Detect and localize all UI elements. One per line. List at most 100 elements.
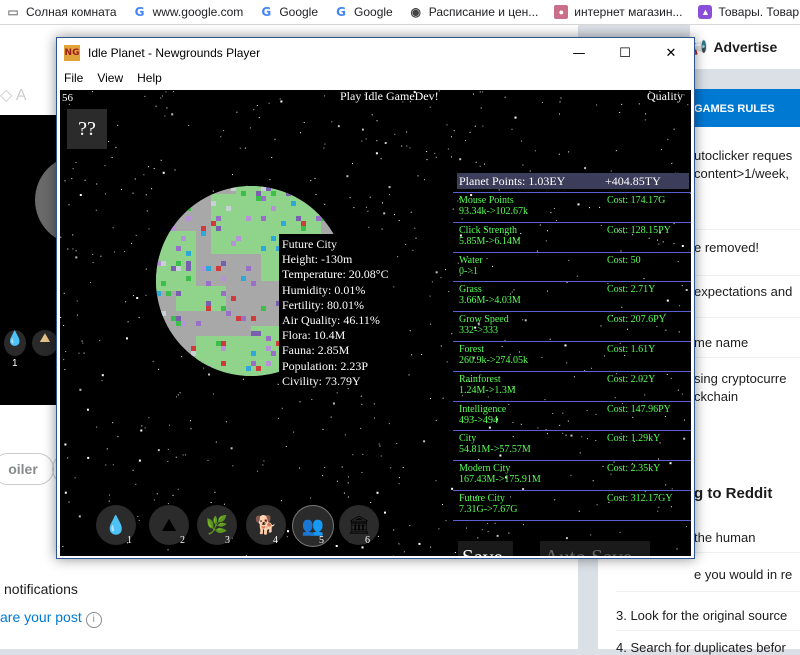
points-rate: +404.85TY	[605, 174, 661, 189]
auto-save-button[interactable]: Auto Save	[540, 541, 650, 556]
bookmark-item[interactable]: GGoogle	[328, 5, 403, 19]
upgrade-value: 93.34k->102.67k	[459, 206, 528, 217]
divider	[616, 591, 800, 592]
tool-button-3[interactable]: 🌿	[197, 505, 237, 545]
menu-file[interactable]: File	[57, 71, 90, 85]
newgrounds-logo-icon: NG	[64, 45, 80, 61]
guide-item: 3. Look for the original source	[616, 608, 787, 623]
tool-number: 5	[319, 535, 324, 546]
game-window: NG Idle Planet - Newgrounds Player — ☐ ✕…	[56, 37, 695, 559]
upgrade-value: 493->494	[459, 415, 498, 426]
google-g-icon: G	[133, 5, 147, 19]
info-line: Fertility: 80.01%	[282, 298, 390, 313]
info-line: Flora: 10.4M	[282, 328, 390, 343]
tool-button-6[interactable]: 🏛	[339, 505, 379, 545]
upgrade-row[interactable]: Modern City167.43M->175.91MCost: 2.35kY	[453, 460, 691, 483]
bookmark-item[interactable]: ◉Расписание и цен...	[403, 5, 549, 19]
quality-button[interactable]: Quality	[647, 90, 683, 104]
tool-button-4[interactable]: 🐕	[246, 505, 286, 545]
tool-number: 1	[127, 535, 132, 546]
upgrade-name: Water	[459, 255, 483, 266]
upgrade-name: Forest	[459, 344, 484, 355]
divider	[616, 630, 800, 631]
tool-number: 1	[12, 358, 18, 369]
upgrade-value: 260.9k->274.05k	[459, 355, 528, 366]
info-line: Air Quality: 46.11%	[282, 313, 390, 328]
upgrade-divider	[453, 520, 691, 521]
bookmark-item[interactable]: ●интернет магазин...	[548, 5, 692, 19]
upgrade-row[interactable]: Future City7.31G->7.67GCost: 312.17GY	[453, 490, 691, 513]
upgrade-row[interactable]: Intelligence493->494Cost: 147.96PY	[453, 401, 691, 424]
upgrade-name: Future City	[459, 493, 505, 504]
animal-icon: 🐕	[255, 515, 277, 536]
upgrade-cost: Cost: 207.6PY	[607, 314, 666, 325]
menu-help[interactable]: Help	[130, 71, 169, 85]
upgrade-row[interactable]: Mouse Points93.34k->102.67k Cost: 174.17G	[453, 192, 691, 215]
tool-number: 4	[273, 535, 278, 546]
upgrade-row[interactable]: Forest260.9k->274.05k Cost: 1.61Y	[453, 341, 691, 364]
tool-number: 3	[225, 535, 230, 546]
upgrade-cost: Cost: 1.61Y	[607, 344, 655, 355]
info-line: Fauna: 2.85M	[282, 343, 390, 358]
planet-points-bar: Planet Points: 1.03EY +404.85TY	[457, 173, 689, 189]
upgrade-value: 3.66M->4.03M	[459, 295, 521, 306]
upgrade-cost: Cost: 174.17G	[607, 195, 665, 206]
upgrade-cost: Cost: 1.29kY	[607, 433, 660, 444]
sand-pile-icon: ⛰	[32, 330, 58, 356]
title-bar[interactable]: NG Idle Planet - Newgrounds Player — ☐ ✕	[57, 38, 694, 68]
upgrade-row[interactable]: Click Strength5.85M->6.14M Cost: 128.15PY	[453, 222, 691, 245]
menu-bar: File View Help	[57, 68, 694, 88]
guide-item: 4. Search for duplicates befor	[616, 640, 786, 655]
game-stage[interactable]: 56 Play Idle GameDev! Quality ?? Future …	[60, 90, 691, 556]
upgrade-name: Rainforest	[459, 374, 501, 385]
upgrade-value: 5.85M->6.14M	[459, 236, 521, 247]
guide-item: e you would in re	[694, 567, 792, 582]
close-button[interactable]: ✕	[648, 38, 694, 68]
upgrade-value: 54.81M->57.57M	[459, 444, 531, 455]
upgrade-cost: Cost: 2.71Y	[607, 284, 655, 295]
upgrade-row[interactable]: Water0->1 Cost: 50	[453, 252, 691, 275]
upgrade-cost: Cost: 50	[607, 255, 641, 266]
upgrade-value: 332->333	[459, 325, 498, 336]
menu-view[interactable]: View	[90, 71, 130, 85]
upgrade-name: Mouse Points	[459, 195, 514, 206]
minimize-button[interactable]: —	[556, 38, 602, 68]
share-post-link[interactable]: are your posti	[0, 609, 102, 628]
save-button[interactable]: Save	[458, 541, 513, 556]
upgrade-row[interactable]: Grass3.66M->4.03MCost: 2.71Y	[453, 281, 691, 304]
building-icon: 🏛	[348, 515, 371, 536]
reddit-header-right: 📢Advertise	[690, 25, 800, 69]
upgrade-value: 7.31G->7.67G	[459, 504, 517, 515]
embedded-game-thumbnail: 💧 ⛰ 1	[0, 115, 62, 405]
play-idle-gamedev-link[interactable]: Play Idle GameDev!	[340, 90, 439, 104]
help-button[interactable]: ??	[67, 109, 107, 149]
info-line: Temperature: 20.08°C	[282, 267, 390, 282]
upgrade-row[interactable]: City54.81M->57.57MCost: 1.29kY	[453, 430, 691, 453]
window-title: Idle Planet - Newgrounds Player	[88, 46, 260, 60]
tool-button-5[interactable]: 👥	[292, 505, 334, 547]
notifications-checkbox-label[interactable]: notifications	[4, 581, 78, 597]
spoiler-button[interactable]: oiler	[0, 453, 54, 485]
bookmark-item[interactable]: Gwww.google.com	[127, 5, 254, 19]
upgrade-row[interactable]: Grow Speed332->333 Cost: 207.6PY	[453, 311, 691, 334]
water-drop-icon: 💧	[105, 515, 127, 536]
google-g-icon: G	[334, 5, 348, 19]
people-icon: 👥	[302, 516, 324, 537]
upgrade-name: Click Strength	[459, 225, 517, 236]
upgrade-row[interactable]: Rainforest1.24M->1.3MCost: 2.02Y	[453, 371, 691, 394]
maximize-button[interactable]: ☐	[602, 38, 648, 68]
upgrade-name: Modern City	[459, 463, 510, 474]
fps-counter: 56	[62, 92, 73, 104]
upgrade-name: Grow Speed	[459, 314, 509, 325]
bookmark-item[interactable]: ▲Товары. Товар	[692, 5, 800, 19]
bookmark-item[interactable]: ▭Солная комната	[0, 5, 127, 19]
upgrade-value: 167.43M->175.91M	[459, 474, 541, 485]
planet-points: Planet Points: 1.03EY	[459, 174, 565, 189]
advertise-button[interactable]: 📢Advertise	[690, 39, 777, 56]
upgrade-cost: Cost: 128.15PY	[607, 225, 671, 236]
bookmark-item[interactable]: GGoogle	[253, 5, 328, 19]
info-line: Civility: 73.79Y	[282, 374, 390, 389]
info-line: Population: 2.23P	[282, 359, 390, 374]
info-icon[interactable]: i	[86, 612, 102, 628]
upgrade-value: 0->1	[459, 266, 478, 277]
